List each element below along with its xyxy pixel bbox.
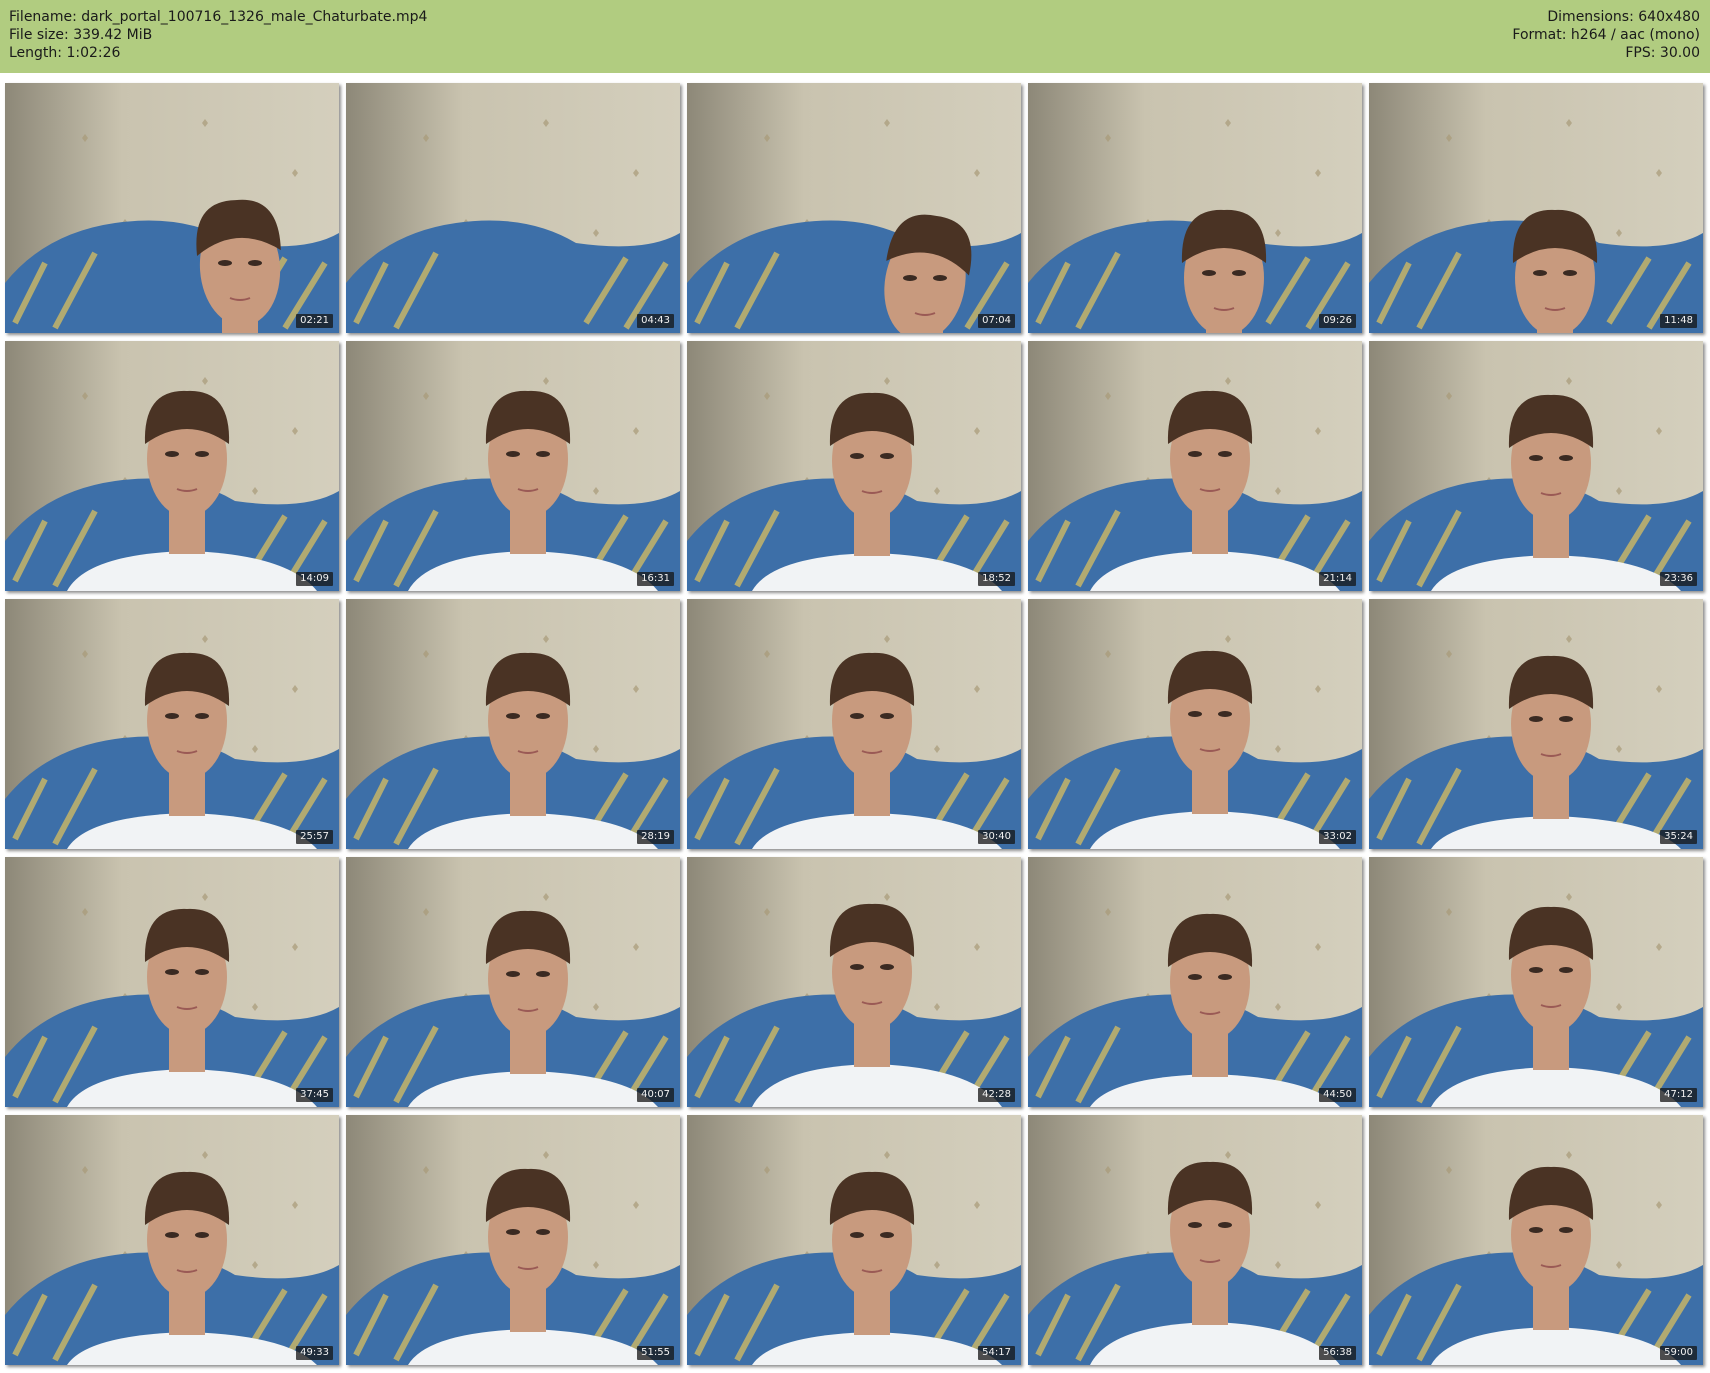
frame-image [687, 857, 1021, 1107]
timestamp-label: 42:28 [978, 1088, 1015, 1102]
timestamp-label: 21:14 [1319, 572, 1356, 586]
frame-image [687, 599, 1021, 849]
video-thumbnail: 07:04 [687, 83, 1021, 333]
timestamp-label: 23:36 [1660, 572, 1697, 586]
format-text: Format: h264 / aac (mono) [1512, 27, 1700, 43]
frame-image [1028, 857, 1362, 1107]
video-thumbnail: 56:38 [1028, 1115, 1362, 1365]
timestamp-label: 28:19 [637, 830, 674, 844]
frame-image [5, 341, 339, 591]
frame-image [1028, 599, 1362, 849]
frame-image [1369, 857, 1703, 1107]
frame-image [1028, 83, 1362, 333]
frame-image [1369, 341, 1703, 591]
frame-image [1028, 1115, 1362, 1365]
timestamp-label: 14:09 [296, 572, 333, 586]
frame-image [5, 83, 339, 333]
video-thumbnail: 21:14 [1028, 341, 1362, 591]
video-thumbnail: 02:21 [5, 83, 339, 333]
file-info-header: Filename: dark_portal_100716_1326_male_C… [0, 0, 1710, 73]
video-thumbnail: 42:28 [687, 857, 1021, 1107]
video-thumbnail: 59:00 [1369, 1115, 1703, 1365]
video-thumbnail: 33:02 [1028, 599, 1362, 849]
video-thumbnail: 14:09 [5, 341, 339, 591]
timestamp-label: 40:07 [637, 1088, 674, 1102]
video-thumbnail: 47:12 [1369, 857, 1703, 1107]
frame-image [5, 857, 339, 1107]
video-thumbnail: 35:24 [1369, 599, 1703, 849]
dimensions-text: Dimensions: 640x480 [1547, 9, 1700, 25]
timestamp-label: 47:12 [1660, 1088, 1697, 1102]
timestamp-label: 25:57 [296, 830, 333, 844]
timestamp-label: 09:26 [1319, 314, 1356, 328]
timestamp-label: 04:43 [637, 314, 674, 328]
filesize-text: File size: 339.42 MiB [9, 27, 153, 43]
video-thumbnail: 54:17 [687, 1115, 1021, 1365]
timestamp-label: 33:02 [1319, 830, 1356, 844]
timestamp-label: 54:17 [978, 1346, 1015, 1360]
video-thumbnail: 30:40 [687, 599, 1021, 849]
file-info-right: Dimensions: 640x480 Format: h264 / aac (… [1512, 8, 1700, 62]
fps-text: FPS: 30.00 [1625, 45, 1700, 61]
timestamp-label: 35:24 [1660, 830, 1697, 844]
video-thumbnail: 04:43 [346, 83, 680, 333]
frame-image [346, 857, 680, 1107]
timestamp-label: 51:55 [637, 1346, 674, 1360]
video-thumbnail: 28:19 [346, 599, 680, 849]
timestamp-label: 07:04 [978, 314, 1015, 328]
frame-image [1028, 341, 1362, 591]
video-thumbnail: 18:52 [687, 341, 1021, 591]
timestamp-label: 56:38 [1319, 1346, 1356, 1360]
timestamp-label: 59:00 [1660, 1346, 1697, 1360]
timestamp-label: 18:52 [978, 572, 1015, 586]
frame-image [346, 83, 680, 333]
frame-image [5, 1115, 339, 1365]
timestamp-label: 37:45 [296, 1088, 333, 1102]
timestamp-label: 49:33 [296, 1346, 333, 1360]
frame-image [5, 599, 339, 849]
video-thumbnail: 25:57 [5, 599, 339, 849]
video-thumbnail: 44:50 [1028, 857, 1362, 1107]
filename-text: Filename: dark_portal_100716_1326_male_C… [9, 9, 428, 25]
frame-image [346, 341, 680, 591]
timestamp-label: 44:50 [1319, 1088, 1356, 1102]
video-thumbnail: 40:07 [346, 857, 680, 1107]
frame-image [687, 83, 1021, 333]
frame-image [1369, 83, 1703, 333]
video-thumbnail: 23:36 [1369, 341, 1703, 591]
thumbnail-grid: 02:21 04:43 07:04 09:26 11:48 14:09 16:3… [5, 83, 1705, 1365]
video-thumbnail: 51:55 [346, 1115, 680, 1365]
timestamp-label: 30:40 [978, 830, 1015, 844]
video-thumbnail: 09:26 [1028, 83, 1362, 333]
timestamp-label: 16:31 [637, 572, 674, 586]
video-thumbnail: 11:48 [1369, 83, 1703, 333]
video-thumbnail: 16:31 [346, 341, 680, 591]
video-thumbnail: 49:33 [5, 1115, 339, 1365]
frame-image [1369, 599, 1703, 849]
frame-image [1369, 1115, 1703, 1365]
timestamp-label: 11:48 [1660, 314, 1697, 328]
video-thumbnail: 37:45 [5, 857, 339, 1107]
frame-image [687, 341, 1021, 591]
timestamp-label: 02:21 [296, 314, 333, 328]
frame-image [687, 1115, 1021, 1365]
frame-image [346, 599, 680, 849]
file-info-left: Filename: dark_portal_100716_1326_male_C… [9, 8, 427, 62]
length-text: Length: 1:02:26 [9, 45, 121, 61]
frame-image [346, 1115, 680, 1365]
